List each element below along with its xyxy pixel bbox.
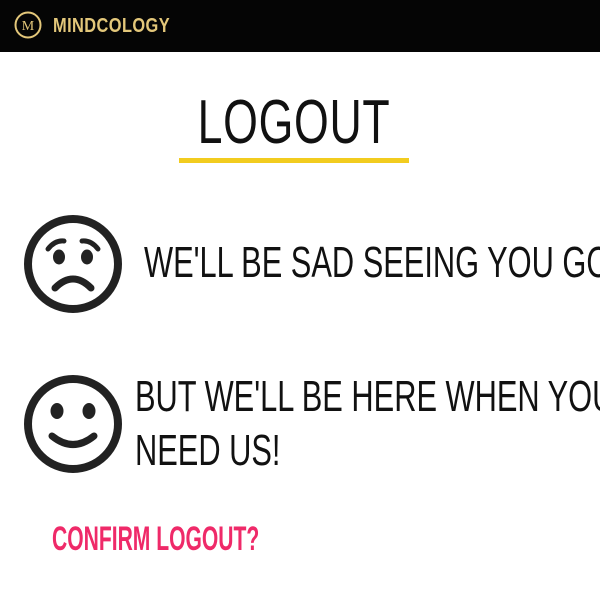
- brand-name: MINDCOLOGY: [53, 15, 171, 37]
- happy-message-line-2: NEED US!: [135, 426, 281, 475]
- confirm-logout-link[interactable]: CONFIRM LOGOUT?: [52, 519, 259, 559]
- happy-message-line-1: BUT WE'LL BE HERE WHEN YOU: [135, 372, 600, 421]
- sad-face-icon: [24, 215, 122, 313]
- logo-icon: M: [14, 11, 42, 39]
- page-title: LOGOUT: [197, 88, 391, 157]
- smiley-face-icon: [24, 375, 122, 473]
- sad-message: WE'LL BE SAD SEEING YOU GO!: [144, 238, 600, 287]
- top-bar: M MINDCOLOGY: [0, 0, 600, 52]
- title-underline: [179, 158, 409, 163]
- happy-message: BUT WE'LL BE HERE WHEN YOU NEED US!: [135, 370, 600, 478]
- svg-text:M: M: [22, 19, 35, 34]
